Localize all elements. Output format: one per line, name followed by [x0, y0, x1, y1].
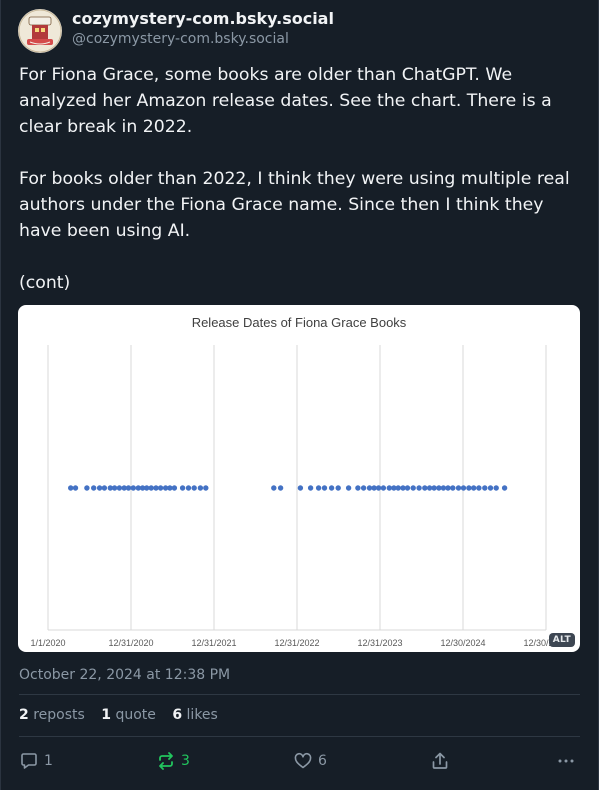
data-point [450, 485, 456, 491]
data-point [91, 485, 97, 491]
avatar-logo-icon [18, 9, 62, 53]
data-point [355, 485, 361, 491]
data-point [410, 485, 416, 491]
data-point [277, 485, 284, 491]
chart-title: Release Dates of Fiona Grace Books [192, 315, 407, 330]
data-point [307, 485, 314, 491]
x-tick-label: 12/31/2022 [274, 638, 319, 648]
data-point [125, 485, 132, 491]
release-dates-chart: Release Dates of Fiona Grace Books 1/1/20… [30, 315, 568, 648]
display-name[interactable]: cozymystery-com.bsky.social [72, 9, 334, 28]
quotes-label: quote [115, 707, 156, 723]
repost-button[interactable]: 3 [156, 748, 190, 774]
data-point [404, 485, 411, 491]
data-point [72, 485, 79, 491]
share-button[interactable] [430, 748, 450, 774]
data-point [460, 485, 467, 491]
data-point [395, 485, 401, 491]
data-point [171, 485, 178, 491]
data-point [471, 485, 477, 491]
data-point [466, 485, 472, 491]
data-point [96, 485, 103, 491]
data-point [271, 485, 277, 491]
action-bar: 1 3 6 [0, 748, 599, 774]
data-point [360, 485, 367, 491]
data-point [148, 485, 154, 491]
alt-badge[interactable]: ALT [548, 633, 575, 647]
like-button[interactable]: 6 [293, 748, 327, 774]
data-point [153, 485, 159, 491]
quotes-stat[interactable]: 1 quote [101, 707, 156, 723]
reply-count: 1 [44, 753, 53, 769]
data-point [111, 485, 118, 491]
data-point [84, 485, 90, 491]
data-point [191, 485, 197, 491]
reply-icon [21, 753, 37, 769]
data-point [487, 485, 494, 491]
divider [19, 736, 580, 737]
x-tick-label: 12/30/2024 [440, 638, 485, 648]
data-point [455, 485, 462, 491]
more-icon [558, 759, 574, 763]
data-point [440, 485, 447, 491]
data-point [328, 485, 335, 491]
data-point [157, 485, 164, 491]
likes-stat[interactable]: 6 likes [172, 707, 218, 723]
data-point [197, 485, 204, 491]
x-tick-label: 1/1/2020 [30, 638, 65, 648]
data-point [380, 485, 387, 491]
data-point [366, 485, 373, 491]
handle[interactable]: @cozymystery-com.bsky.social [72, 31, 289, 47]
data-point [493, 485, 499, 491]
likes-label: likes [186, 707, 218, 723]
repost-icon [159, 752, 173, 770]
data-point [416, 485, 422, 491]
engagement-stats: 2 reposts 1 quote 6 likes [19, 707, 230, 723]
reposts-label: reposts [33, 707, 85, 723]
reposts-count: 2 [19, 707, 29, 723]
data-point [203, 485, 209, 491]
data-point [375, 485, 382, 491]
data-point [431, 485, 437, 491]
reply-button[interactable]: 1 [19, 748, 53, 774]
avatar[interactable] [18, 9, 62, 53]
x-tick-label: 12/31/2021 [191, 638, 236, 648]
data-point [422, 485, 428, 491]
data-point [185, 485, 192, 491]
data-point [315, 485, 322, 491]
quotes-count: 1 [101, 707, 111, 723]
like-count: 6 [318, 753, 327, 769]
data-point [335, 485, 341, 491]
timestamp[interactable]: October 22, 2024 at 12:38 PM [19, 667, 230, 683]
data-point [116, 485, 123, 491]
data-point [297, 485, 304, 491]
data-point [445, 485, 451, 491]
reposts-stat[interactable]: 2 reposts [19, 707, 85, 723]
likes-count: 6 [172, 707, 183, 723]
x-tick-label: 12/31/2020 [108, 638, 153, 648]
data-point [321, 485, 328, 491]
post-container: cozymystery-com.bsky.social @cozymystery… [0, 0, 599, 790]
post-text: For Fiona Grace, some books are older th… [19, 65, 570, 293]
repost-count: 3 [181, 753, 190, 769]
more-options-button[interactable] [556, 748, 576, 774]
chart-image[interactable]: Release Dates of Fiona Grace Books 1/1/20… [18, 305, 580, 652]
data-point [501, 485, 508, 491]
data-point [101, 485, 108, 491]
data-point [476, 485, 482, 491]
x-tick-label: 12/31/2023 [357, 638, 402, 648]
data-point [345, 485, 352, 491]
data-point [68, 485, 74, 491]
like-icon [294, 752, 312, 769]
data-point [179, 485, 186, 491]
data-point [130, 485, 136, 491]
divider [19, 694, 580, 695]
data-point [386, 485, 392, 491]
share-icon [432, 752, 448, 769]
data-point [482, 485, 488, 491]
